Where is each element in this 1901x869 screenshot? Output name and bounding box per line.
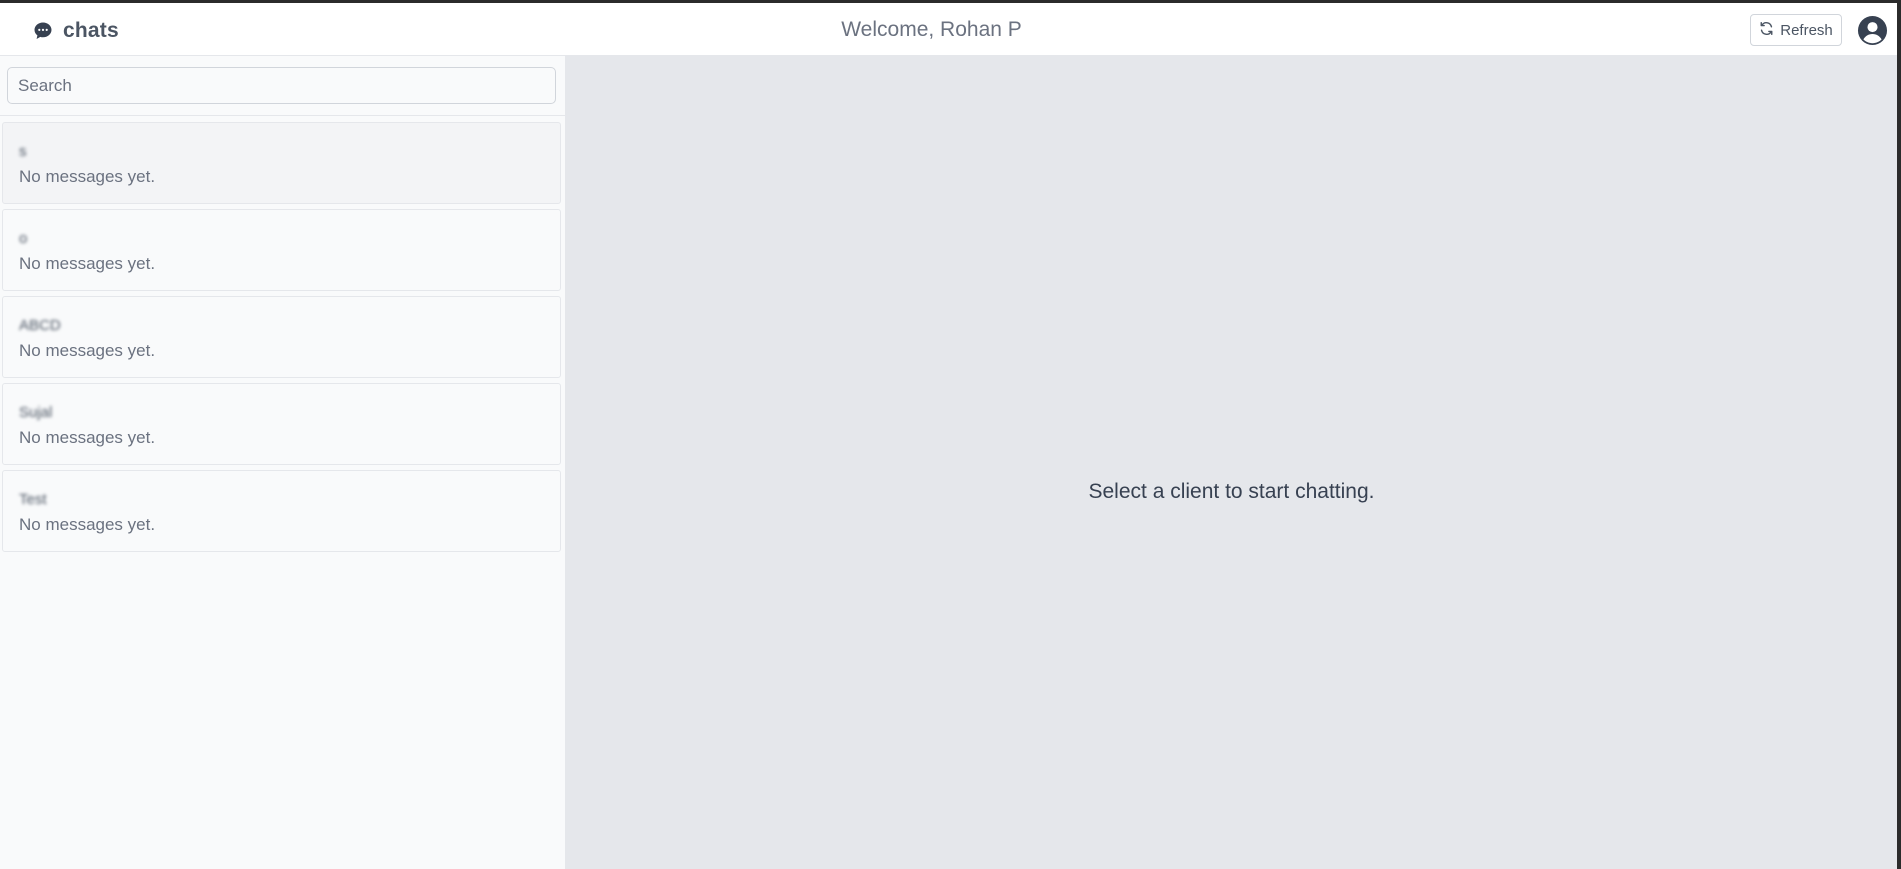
chat-app: chats Welcome, Rohan P Refresh Search s … bbox=[0, 0, 1901, 869]
refresh-label: Refresh bbox=[1780, 21, 1833, 39]
chat-preview: No messages yet. bbox=[19, 515, 156, 534]
user-avatar-icon[interactable] bbox=[1857, 15, 1888, 46]
chat-list-item[interactable]: ABCD No messages yet. bbox=[2, 296, 561, 378]
chat-list-item[interactable]: o No messages yet. bbox=[2, 209, 561, 291]
top-bar: chats Welcome, Rohan P Refresh bbox=[0, 3, 1901, 56]
chat-list-item[interactable]: s No messages yet. bbox=[2, 122, 561, 204]
refresh-button[interactable]: Refresh bbox=[1750, 14, 1842, 46]
chat-name: Test bbox=[19, 491, 47, 508]
chat-main-panel: Select a client to start chatting. bbox=[566, 56, 1897, 869]
chat-preview: No messages yet. bbox=[19, 341, 156, 360]
refresh-icon bbox=[1759, 21, 1774, 40]
welcome-text: Welcome, Rohan P bbox=[841, 18, 1022, 41]
chat-list-item[interactable]: Sujal No messages yet. bbox=[2, 383, 561, 465]
chat-name: Sujal bbox=[19, 404, 53, 421]
chat-preview: No messages yet. bbox=[19, 167, 156, 186]
chat-list: s No messages yet. o No messages yet. AB… bbox=[2, 122, 561, 557]
sidebar: s No messages yet. o No messages yet. AB… bbox=[0, 56, 566, 869]
window-edge bbox=[1897, 3, 1901, 869]
chat-name: o bbox=[19, 230, 28, 247]
chat-list-item[interactable]: Test No messages yet. bbox=[2, 470, 561, 552]
search-container bbox=[0, 56, 565, 116]
search-input[interactable] bbox=[7, 67, 556, 104]
chat-name: s bbox=[19, 143, 27, 160]
chat-preview: No messages yet. bbox=[19, 428, 156, 447]
chat-preview: No messages yet. bbox=[19, 254, 156, 273]
chat-name: ABCD bbox=[19, 317, 61, 334]
empty-state-message: Select a client to start chatting. bbox=[1088, 480, 1375, 503]
